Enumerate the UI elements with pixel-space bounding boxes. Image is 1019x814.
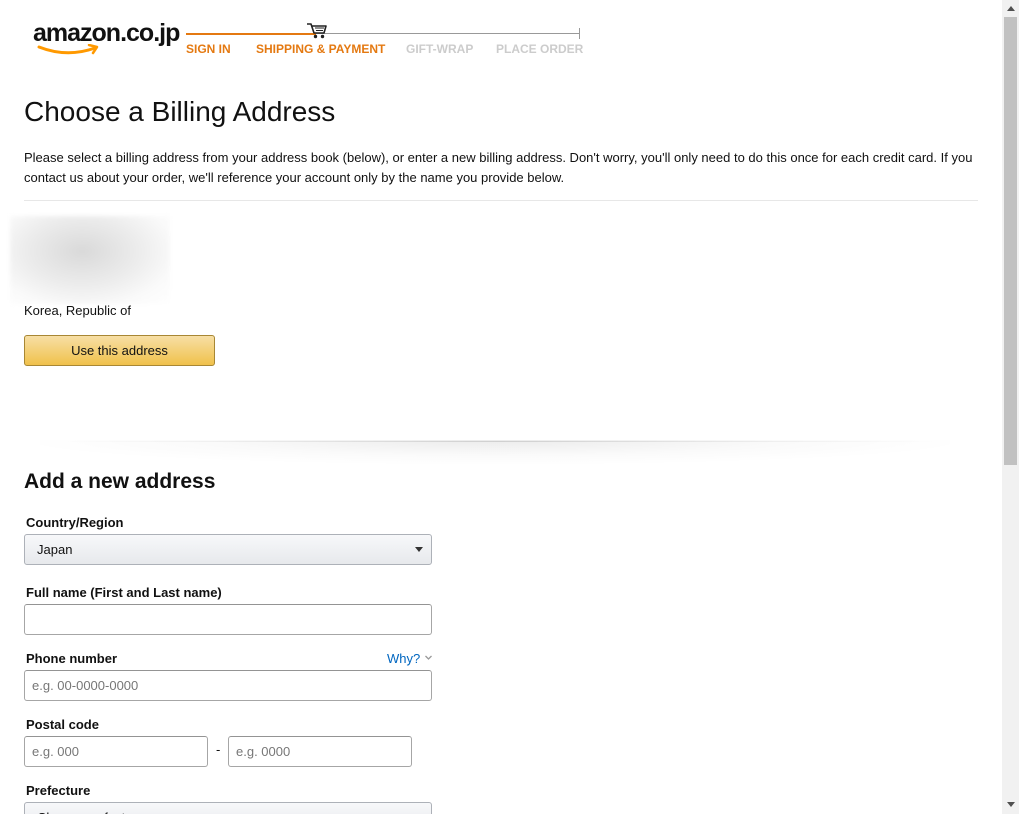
- postal-label: Postal code: [26, 717, 99, 732]
- smile-arrow-icon: [37, 44, 99, 55]
- scrollbar-thumb[interactable]: [1004, 17, 1017, 465]
- section-shadow-divider: [40, 440, 950, 464]
- page-scrollbar[interactable]: [1002, 0, 1019, 814]
- progress-fill: [186, 33, 316, 35]
- fullname-input[interactable]: [24, 604, 432, 635]
- fullname-label: Full name (First and Last name): [26, 585, 222, 600]
- checkout-progress: SIGN IN SHIPPING & PAYMENT GIFT-WRAP PLA…: [186, 22, 586, 62]
- postal-separator: -: [216, 742, 221, 757]
- dropdown-arrow-icon: [415, 547, 423, 552]
- prefecture-select-value: Choose prefecture: [37, 803, 144, 814]
- prefecture-select[interactable]: Choose prefecture: [24, 802, 432, 814]
- step-place-order: PLACE ORDER: [496, 42, 584, 56]
- progress-end-tick: [579, 28, 580, 39]
- step-sign-in[interactable]: SIGN IN: [186, 42, 231, 56]
- why-link[interactable]: Why?: [387, 651, 420, 666]
- page-title: Choose a Billing Address: [24, 96, 336, 127]
- country-select-value: Japan: [37, 542, 73, 557]
- intro-text: Please select a billing address from you…: [24, 150, 973, 185]
- postal-code-second-input[interactable]: [228, 736, 412, 767]
- step-gift-wrap: GIFT-WRAP: [406, 42, 474, 56]
- cart-icon: [307, 23, 327, 39]
- postal-code-first-input[interactable]: [24, 736, 208, 767]
- chevron-down-icon[interactable]: [424, 653, 433, 662]
- divider: [24, 200, 978, 201]
- country-select[interactable]: Japan: [24, 534, 432, 565]
- scroll-down-arrow-icon[interactable]: [1007, 802, 1015, 807]
- phone-label: Phone number: [26, 651, 118, 666]
- section-divider-line: [60, 441, 940, 442]
- use-this-address-button[interactable]: Use this address: [24, 335, 215, 366]
- saved-address-country: Korea, Republic of: [24, 303, 131, 318]
- step-shipping-payment: SHIPPING & PAYMENT: [256, 42, 386, 56]
- add-address-heading: Add a new address: [24, 470, 216, 493]
- checkout-page: amazon.co.jp SIGN IN SHIPPING & PAYMENT …: [0, 0, 1002, 814]
- phone-input[interactable]: [24, 670, 432, 701]
- amazon-logo[interactable]: amazon.co.jp: [33, 18, 180, 58]
- prefecture-label: Prefecture: [26, 783, 91, 798]
- country-label: Country/Region: [26, 515, 124, 530]
- redacted-address: [10, 216, 170, 304]
- scroll-up-arrow-icon[interactable]: [1007, 6, 1015, 11]
